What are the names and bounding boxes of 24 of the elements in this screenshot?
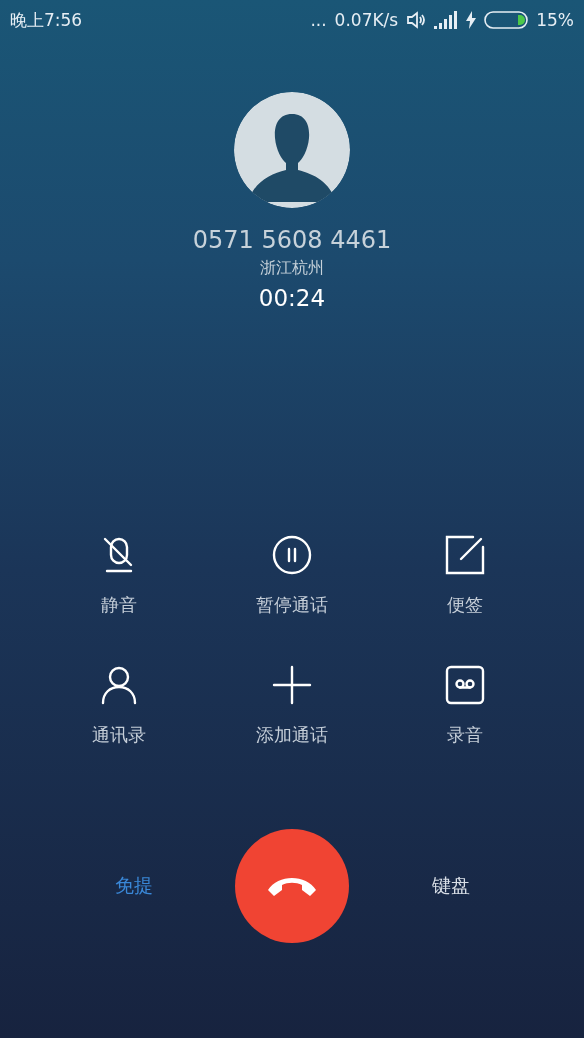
call-duration: 00:24 — [258, 285, 326, 311]
battery-icon — [484, 11, 529, 29]
battery-percent: 15% — [536, 10, 574, 30]
call-action-button[interactable]: 便签 — [378, 535, 552, 617]
call-action-button[interactable]: 录音 — [378, 665, 552, 747]
signal-icon — [434, 11, 459, 29]
phone-number: 0571 5608 4461 — [192, 226, 392, 254]
volume-icon — [406, 10, 427, 30]
pause-icon — [272, 535, 312, 575]
call-action-button[interactable]: 暂停通话 — [205, 535, 379, 617]
status-time: 晚上7:56 — [10, 8, 83, 32]
plus-icon — [272, 665, 312, 705]
notification-dots: ... — [310, 10, 327, 30]
caller-location: 浙江杭州 — [260, 258, 324, 279]
call-action-button[interactable]: 添加通话 — [205, 665, 379, 747]
avatar-icon — [234, 92, 350, 208]
call-action-button[interactable]: 通讯录 — [32, 665, 206, 747]
voicemail-icon — [445, 665, 486, 705]
call-action-button[interactable]: 静音 — [32, 535, 206, 617]
speaker-button[interactable]: 免提 — [110, 869, 157, 903]
charging-icon — [466, 11, 477, 29]
keypad-button[interactable]: 键盘 — [427, 869, 474, 903]
network-speed: 0.07K/s — [334, 10, 399, 30]
note-edit-icon — [445, 535, 486, 575]
